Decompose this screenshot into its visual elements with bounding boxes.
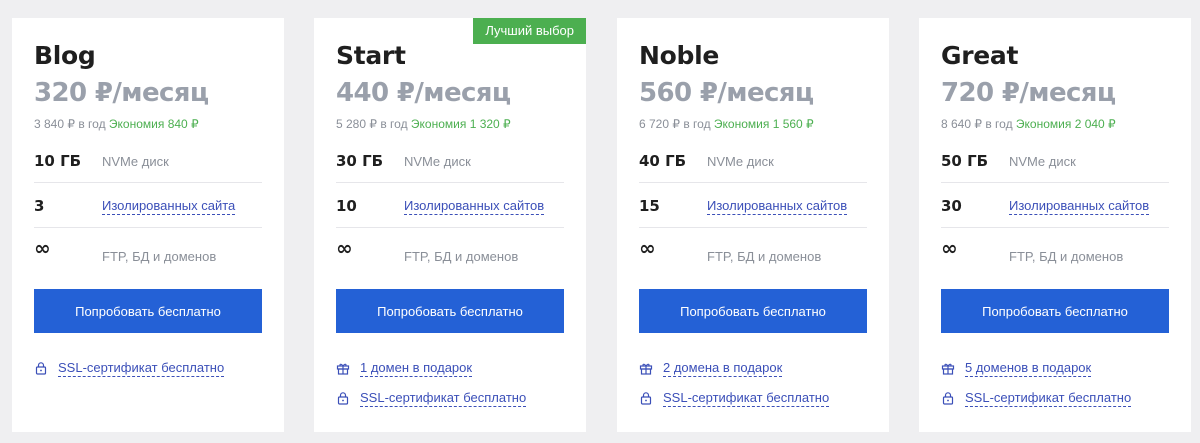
bonus-domain[interactable]: 1 домен в подарок	[336, 358, 473, 378]
plan-name: Blog	[34, 41, 96, 70]
feature-ftp: ∞ FTP, БД и доменов	[941, 228, 1169, 272]
feature-ftp: ∞ FTP, БД и доменов	[34, 228, 262, 272]
bonus-ssl[interactable]: SSL-сертификат бесплатно	[336, 388, 527, 408]
feature-sites: 3 Изолированных сайта	[34, 183, 262, 228]
bonus-ssl[interactable]: SSL-сертификат бесплатно	[941, 388, 1132, 408]
gift-icon	[336, 363, 350, 375]
try-free-button[interactable]: Попробовать бесплатно	[941, 289, 1169, 333]
ftp-label: FTP, БД и доменов	[1009, 249, 1124, 264]
storage-value: 10 ГБ	[34, 152, 82, 170]
feature-storage: 40 ГБ NVMe диск	[639, 138, 867, 183]
bonus-domain[interactable]: 5 доменов в подарок	[941, 358, 1092, 378]
plan-price: 320 ₽/месяц	[34, 78, 209, 108]
ftp-value: ∞	[336, 236, 353, 260]
bonus-label[interactable]: SSL-сертификат бесплатно	[58, 360, 225, 377]
ftp-value: ∞	[941, 236, 958, 260]
lock-icon	[942, 392, 954, 405]
plan-name: Start	[336, 41, 406, 70]
ftp-label: FTP, БД и доменов	[404, 249, 519, 264]
feature-sites: 30 Изолированных сайтов	[941, 183, 1169, 228]
sites-link[interactable]: Изолированных сайтов	[404, 198, 545, 215]
storage-label: NVMe диск	[1009, 154, 1076, 169]
ftp-label: FTP, БД и доменов	[707, 249, 822, 264]
bonus-label[interactable]: 1 домен в подарок	[360, 360, 473, 377]
plan-price: 440 ₽/месяц	[336, 78, 511, 108]
sites-value: 10	[336, 197, 357, 215]
feature-storage: 50 ГБ NVMe диск	[941, 138, 1169, 183]
try-free-button[interactable]: Попробовать бесплатно	[639, 289, 867, 333]
bonus-ssl[interactable]: SSL-сертификат бесплатно	[34, 358, 225, 378]
ftp-value: ∞	[639, 236, 656, 260]
lock-icon	[337, 392, 349, 405]
plan-name: Noble	[639, 41, 720, 70]
yearly-price-line: 6 720 ₽ в год Экономия 1 560 ₽	[639, 117, 814, 131]
plan-card-start: Лучший выбор Start 440 ₽/месяц 5 280 ₽ в…	[314, 18, 586, 432]
bonus-label[interactable]: SSL-сертификат бесплатно	[663, 390, 830, 407]
yearly-price: 6 720 ₽ в год	[639, 117, 711, 131]
feature-ftp: ∞ FTP, БД и доменов	[336, 228, 564, 272]
sites-link[interactable]: Изолированных сайтов	[707, 198, 848, 215]
yearly-price: 3 840 ₽ в год	[34, 117, 106, 131]
storage-label: NVMe диск	[102, 154, 169, 169]
sites-value: 3	[34, 197, 45, 215]
storage-label: NVMe диск	[404, 154, 471, 169]
plan-name: Great	[941, 41, 1019, 70]
savings: Экономия 2 040 ₽	[1015, 117, 1116, 131]
feature-sites: 10 Изолированных сайтов	[336, 183, 564, 228]
feature-sites: 15 Изолированных сайтов	[639, 183, 867, 228]
yearly-price-line: 8 640 ₽ в год Экономия 2 040 ₽	[941, 117, 1116, 131]
sites-link[interactable]: Изолированных сайта	[102, 198, 236, 215]
sites-value: 30	[941, 197, 962, 215]
yearly-price: 8 640 ₽ в год	[941, 117, 1013, 131]
savings: Экономия 1 320 ₽	[410, 117, 511, 131]
plan-card-noble: Noble 560 ₽/месяц 6 720 ₽ в год Экономия…	[617, 18, 889, 432]
gift-icon	[941, 363, 955, 375]
gift-icon	[639, 363, 653, 375]
storage-value: 40 ГБ	[639, 152, 687, 170]
storage-label: NVMe диск	[707, 154, 774, 169]
plan-price: 560 ₽/месяц	[639, 78, 814, 108]
bonus-ssl[interactable]: SSL-сертификат бесплатно	[639, 388, 830, 408]
ftp-label: FTP, БД и доменов	[102, 249, 217, 264]
bonus-label[interactable]: SSL-сертификат бесплатно	[360, 390, 527, 407]
feature-storage: 30 ГБ NVMe диск	[336, 138, 564, 183]
bonus-domain[interactable]: 2 домена в подарок	[639, 358, 783, 378]
try-free-button[interactable]: Попробовать бесплатно	[336, 289, 564, 333]
yearly-price-line: 5 280 ₽ в год Экономия 1 320 ₽	[336, 117, 511, 131]
lock-icon	[35, 362, 47, 375]
plan-card-blog: Blog 320 ₽/месяц 3 840 ₽ в год Экономия …	[12, 18, 284, 432]
yearly-price: 5 280 ₽ в год	[336, 117, 408, 131]
sites-link[interactable]: Изолированных сайтов	[1009, 198, 1150, 215]
try-free-button[interactable]: Попробовать бесплатно	[34, 289, 262, 333]
storage-value: 30 ГБ	[336, 152, 384, 170]
ftp-value: ∞	[34, 236, 51, 260]
sites-value: 15	[639, 197, 660, 215]
yearly-price-line: 3 840 ₽ в год Экономия 840 ₽	[34, 117, 199, 131]
lock-icon	[640, 392, 652, 405]
plan-price: 720 ₽/месяц	[941, 78, 1116, 108]
savings: Экономия 840 ₽	[108, 117, 199, 131]
feature-ftp: ∞ FTP, БД и доменов	[639, 228, 867, 272]
bonus-label[interactable]: 2 домена в подарок	[663, 360, 783, 377]
bonus-label[interactable]: SSL-сертификат бесплатно	[965, 390, 1132, 407]
savings: Экономия 1 560 ₽	[713, 117, 814, 131]
feature-storage: 10 ГБ NVMe диск	[34, 138, 262, 183]
storage-value: 50 ГБ	[941, 152, 989, 170]
bonus-label[interactable]: 5 доменов в подарок	[965, 360, 1092, 377]
plan-card-great: Great 720 ₽/месяц 8 640 ₽ в год Экономия…	[919, 18, 1191, 432]
